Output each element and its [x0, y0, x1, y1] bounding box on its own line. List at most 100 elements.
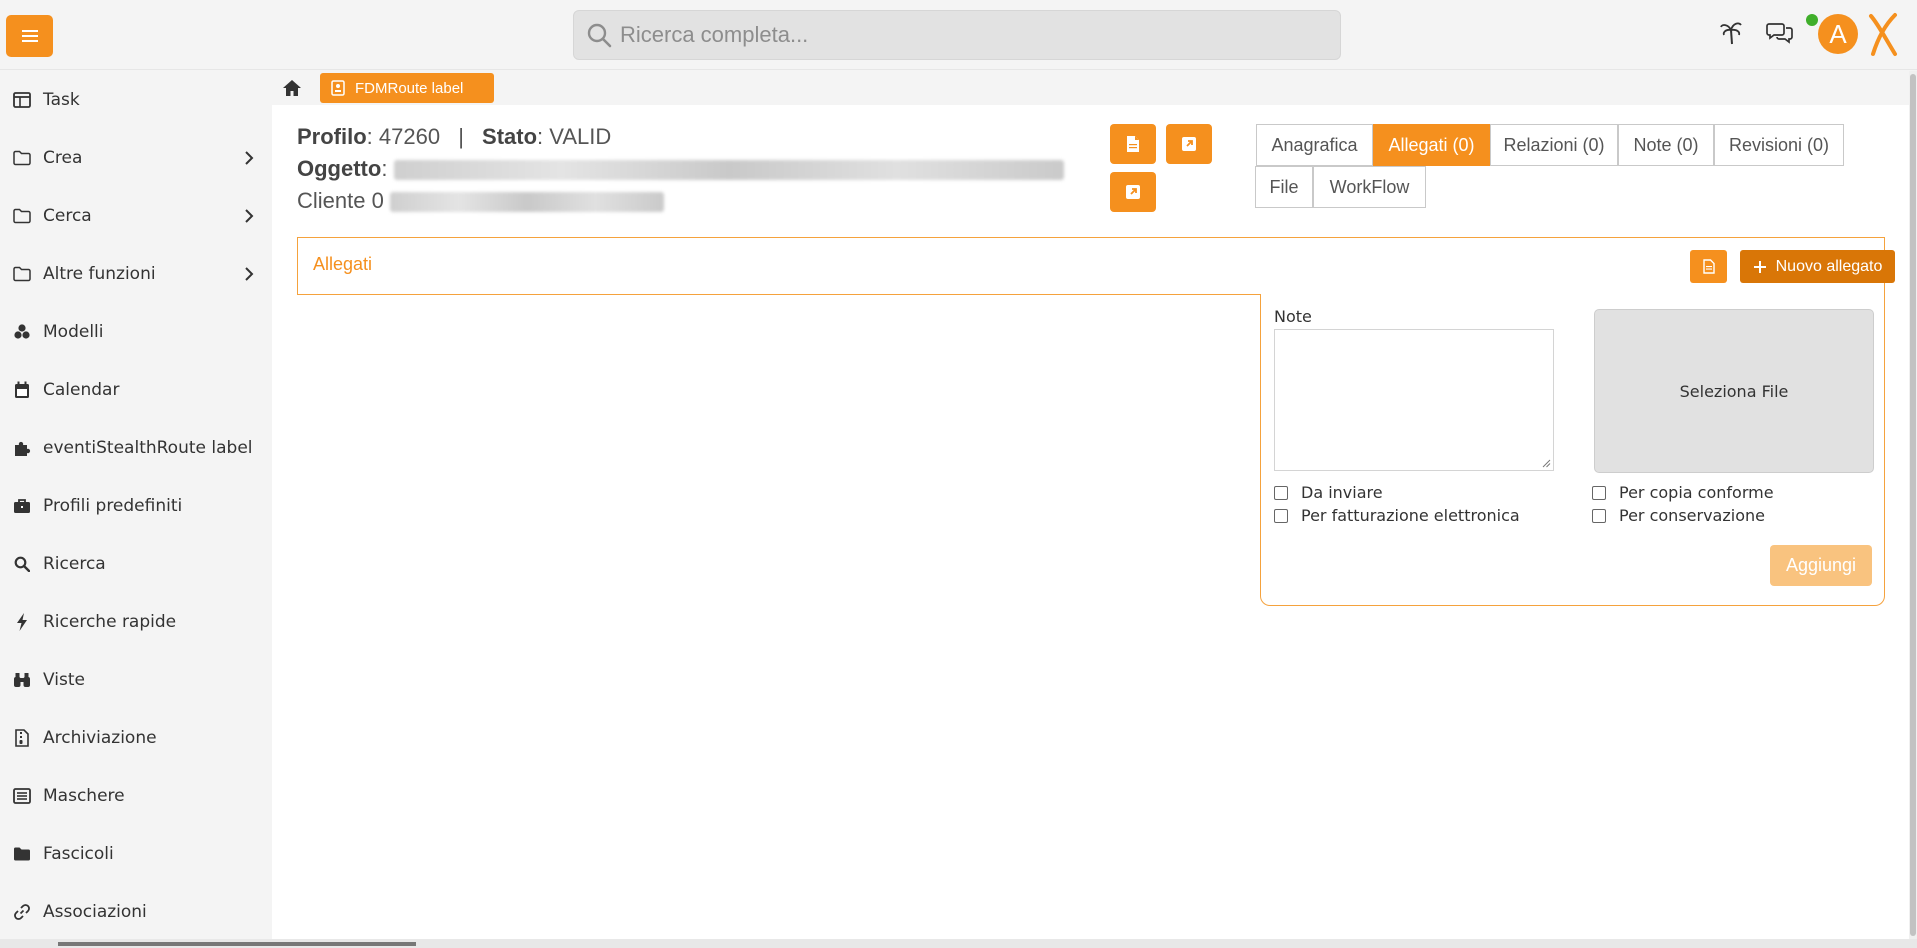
tab-workflow[interactable]: WorkFlow: [1313, 166, 1426, 208]
checkbox-da-inviare[interactable]: Da inviare: [1274, 483, 1383, 502]
plus-icon: [1753, 260, 1766, 273]
sidebar-item-label: eventiStealthRoute label: [43, 438, 253, 458]
tab-label: Relazioni (0): [1503, 134, 1605, 155]
global-search-input[interactable]: Ricerca completa...: [573, 10, 1341, 60]
search-icon: [12, 554, 32, 574]
checkbox[interactable]: [1274, 485, 1288, 500]
breadcrumb: FDMRoute label: [272, 71, 1909, 105]
sidebar-item-label: Archiviazione: [43, 728, 157, 748]
contact-card-icon: [331, 80, 345, 96]
checkbox-label: Per conservazione: [1619, 506, 1765, 525]
horizontal-scrollbar-thumb[interactable]: [58, 942, 416, 946]
sidebar-item-label: Altre funzioni: [43, 264, 156, 284]
file-text-icon: [1702, 259, 1715, 274]
checkbox[interactable]: [1592, 508, 1606, 523]
sidebar-item-task[interactable]: Task: [0, 80, 272, 120]
sidebar-item-ricerca[interactable]: Ricerca: [0, 544, 272, 584]
tab-file[interactable]: File: [1255, 166, 1313, 208]
sidebar-item-label: Task: [43, 90, 80, 110]
main-content: FDMRoute label Profilo: 47260 | Stato: V…: [272, 71, 1909, 939]
tab-label: Allegati (0): [1388, 134, 1475, 155]
checkbox[interactable]: [1274, 508, 1288, 523]
sidebar-item-modelli[interactable]: Modelli: [0, 312, 272, 352]
file-archive-icon: [12, 728, 32, 748]
calendar-icon: [12, 380, 32, 400]
redacted-object-value: [393, 160, 1064, 181]
status-label: Stato: [482, 124, 538, 149]
client-label: Cliente 0: [297, 188, 384, 213]
sidebar-item-ricerche-rapide[interactable]: Ricerche rapide: [0, 602, 272, 642]
sidebar-item-label: Maschere: [43, 786, 125, 806]
folder-icon: [12, 206, 32, 226]
tab-label: WorkFlow: [1329, 176, 1410, 197]
sidebar: Task Crea Cerca Altre funzioni Modelli C…: [0, 71, 272, 948]
sidebar-item-cerca[interactable]: Cerca: [0, 196, 272, 236]
palm-tree-icon[interactable]: [1718, 18, 1746, 46]
user-avatar[interactable]: A: [1818, 14, 1858, 54]
home-icon[interactable]: [282, 78, 302, 98]
checkbox-label: Per fatturazione elettronica: [1301, 506, 1520, 525]
sidebar-item-calendar[interactable]: Calendar: [0, 370, 272, 410]
sidebar-item-label: Modelli: [43, 322, 104, 342]
sidebar-item-maschere[interactable]: Maschere: [0, 776, 272, 816]
sidebar-item-altre-funzioni[interactable]: Altre funzioni: [0, 254, 272, 294]
tab-label: Revisioni (0): [1728, 134, 1830, 155]
folder-icon: [12, 148, 32, 168]
checkbox-fatturazione-elettronica[interactable]: Per fatturazione elettronica: [1274, 506, 1520, 525]
checkbox[interactable]: [1592, 485, 1606, 500]
sidebar-item-eventi[interactable]: eventiStealthRoute label: [0, 428, 272, 468]
checkbox-copia-conforme[interactable]: Per copia conforme: [1592, 483, 1774, 502]
sidebar-item-label: Crea: [43, 148, 83, 168]
open-external-button[interactable]: [1166, 124, 1212, 164]
open-external-button-2[interactable]: [1110, 172, 1156, 212]
sidebar-item-archiviazione[interactable]: Archiviazione: [0, 718, 272, 758]
sidebar-item-crea[interactable]: Crea: [0, 138, 272, 178]
select-file-button[interactable]: Seleziona File: [1594, 309, 1874, 473]
document-button[interactable]: [1110, 124, 1156, 164]
sidebar-item-label: Fascicoli: [43, 844, 114, 864]
tab-revisioni[interactable]: Revisioni (0): [1714, 124, 1844, 166]
cubes-icon: [12, 322, 32, 342]
add-button[interactable]: Aggiungi: [1770, 545, 1872, 586]
sidebar-item-viste[interactable]: Viste: [0, 660, 272, 700]
tab-relazioni[interactable]: Relazioni (0): [1490, 124, 1618, 166]
search-placeholder: Ricerca completa...: [620, 22, 809, 47]
sidebar-item-label: Viste: [43, 670, 85, 690]
object-label: Oggetto: [297, 156, 382, 181]
sidebar-item-label: Cerca: [43, 206, 92, 226]
select-file-label: Seleziona File: [1679, 381, 1789, 401]
hamburger-menu-button[interactable]: [6, 15, 53, 57]
new-attachment-label: Nuovo allegato: [1775, 257, 1883, 275]
search-icon: [587, 23, 612, 48]
bolt-icon: [12, 612, 32, 632]
brand-logo: [1869, 13, 1897, 56]
external-link-icon: [1182, 137, 1196, 151]
sidebar-item-label: Profili predefiniti: [43, 496, 183, 516]
tab-anagrafica[interactable]: Anagrafica: [1256, 124, 1373, 166]
profile-label: Profilo: [297, 124, 367, 149]
checkbox-label: Da inviare: [1301, 483, 1383, 502]
attachments-document-button[interactable]: [1690, 250, 1727, 283]
breadcrumb-current[interactable]: FDMRoute label: [320, 73, 494, 103]
chevron-right-icon: [245, 267, 254, 281]
sidebar-item-fascicoli[interactable]: Fascicoli: [0, 834, 272, 874]
attachments-panel-header: Allegati Nuovo allegato: [297, 237, 1895, 295]
file-icon: [1127, 136, 1139, 152]
sidebar-item-profili-predefiniti[interactable]: Profili predefiniti: [0, 486, 272, 526]
sidebar-item-associazioni[interactable]: Associazioni: [0, 892, 272, 932]
record-object-line: Oggetto:: [297, 156, 1064, 182]
checkbox-conservazione[interactable]: Per conservazione: [1592, 506, 1765, 525]
online-status-dot: [1806, 14, 1818, 26]
tab-allegati[interactable]: Allegati (0): [1373, 124, 1490, 166]
note-textarea[interactable]: [1274, 329, 1554, 471]
folder-solid-icon: [12, 844, 32, 864]
tab-label: Note (0): [1633, 134, 1699, 155]
resize-grip-icon[interactable]: [1541, 458, 1551, 468]
new-attachment-button[interactable]: Nuovo allegato: [1740, 250, 1895, 283]
tab-note[interactable]: Note (0): [1618, 124, 1714, 166]
vertical-scrollbar-thumb[interactable]: [1910, 74, 1916, 936]
sidebar-item-label: Ricerche rapide: [43, 612, 177, 632]
record-header-line: Profilo: 47260 | Stato: VALID: [297, 124, 611, 150]
chat-icon[interactable]: [1766, 18, 1794, 46]
top-bar: Ricerca completa... A: [0, 0, 1917, 70]
